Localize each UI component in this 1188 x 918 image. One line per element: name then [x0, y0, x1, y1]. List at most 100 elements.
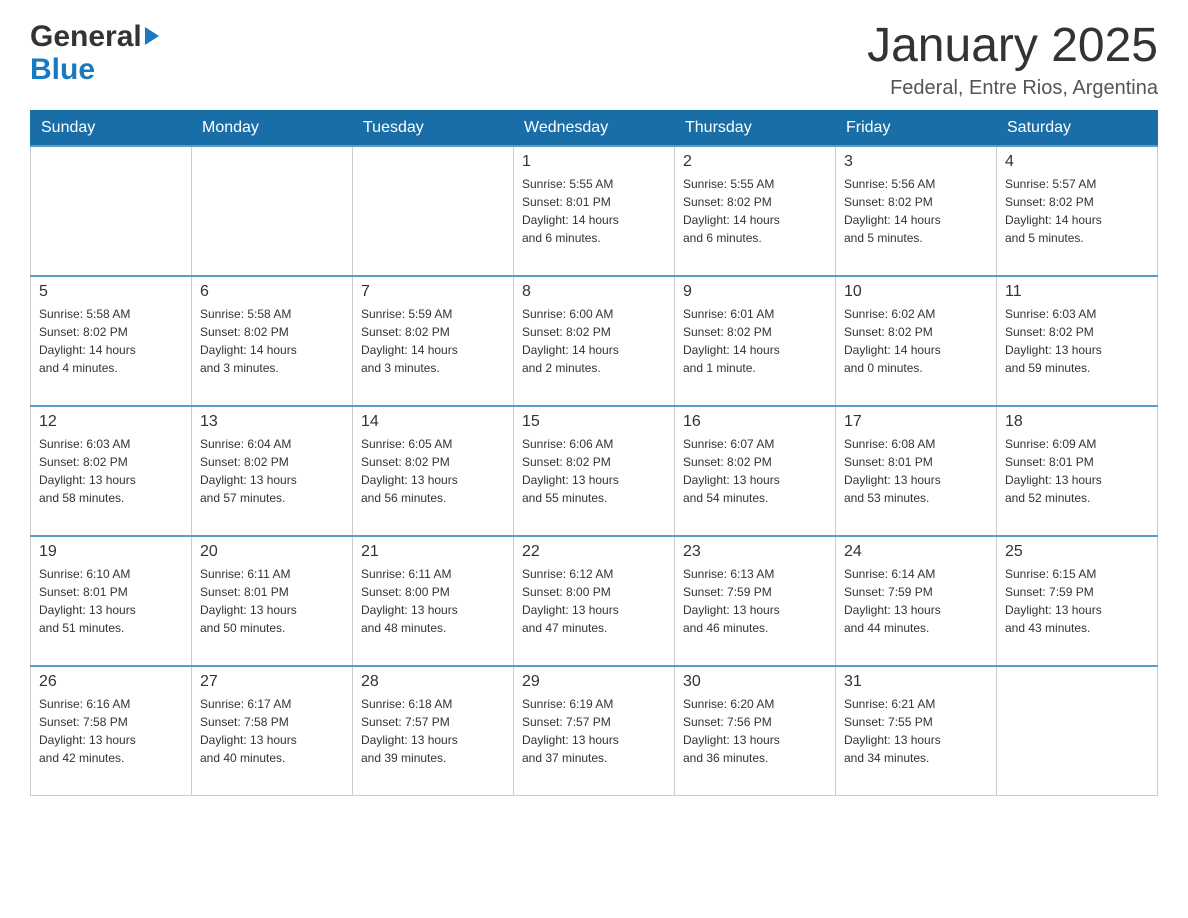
logo: General Blue	[30, 20, 159, 86]
calendar-cell: 25 Sunrise: 6:15 AM Sunset: 7:59 PM Dayli…	[997, 536, 1158, 666]
calendar-cell: 30 Sunrise: 6:20 AM Sunset: 7:56 PM Dayli…	[675, 666, 836, 796]
calendar-cell: 24 Sunrise: 6:14 AM Sunset: 7:59 PM Dayli…	[836, 536, 997, 666]
day-info: Sunrise: 5:58 AM Sunset: 8:02 PM Dayligh…	[200, 305, 344, 377]
day-number: 27	[200, 673, 344, 691]
calendar-cell: 6 Sunrise: 5:58 AM Sunset: 8:02 PM Daylig…	[192, 276, 353, 406]
day-number: 21	[361, 543, 505, 561]
day-header-tuesday: Tuesday	[353, 110, 514, 146]
day-info: Sunrise: 6:08 AM Sunset: 8:01 PM Dayligh…	[844, 435, 988, 507]
title-section: January 2025 Federal, Entre Rios, Argent…	[867, 20, 1158, 100]
day-number: 20	[200, 543, 344, 561]
day-info: Sunrise: 6:06 AM Sunset: 8:02 PM Dayligh…	[522, 435, 666, 507]
calendar-cell: 23 Sunrise: 6:13 AM Sunset: 7:59 PM Dayli…	[675, 536, 836, 666]
calendar-cell: 19Sunrise: 6:10 AM Sunset: 8:01 PM Dayli…	[31, 536, 192, 666]
day-number: 25	[1005, 543, 1149, 561]
calendar-cell: 17 Sunrise: 6:08 AM Sunset: 8:01 PM Dayli…	[836, 406, 997, 536]
calendar-cell: 11Sunrise: 6:03 AM Sunset: 8:02 PM Dayli…	[997, 276, 1158, 406]
calendar-week-3: 12 Sunrise: 6:03 AM Sunset: 8:02 PM Dayli…	[31, 406, 1158, 536]
calendar-table: SundayMondayTuesdayWednesdayThursdayFrid…	[30, 110, 1158, 797]
day-number: 3	[844, 153, 988, 171]
day-header-sunday: Sunday	[31, 110, 192, 146]
calendar-cell: 13 Sunrise: 6:04 AM Sunset: 8:02 PM Dayli…	[192, 406, 353, 536]
calendar-cell: 7 Sunrise: 5:59 AM Sunset: 8:02 PM Daylig…	[353, 276, 514, 406]
calendar-cell: 5Sunrise: 5:58 AM Sunset: 8:02 PM Daylig…	[31, 276, 192, 406]
day-header-monday: Monday	[192, 110, 353, 146]
logo-arrow-icon	[145, 27, 159, 45]
day-info: Sunrise: 6:07 AM Sunset: 8:02 PM Dayligh…	[683, 435, 827, 507]
day-number: 30	[683, 673, 827, 691]
day-number: 2	[683, 153, 827, 171]
day-number: 13	[200, 413, 344, 431]
day-number: 10	[844, 283, 988, 301]
day-number: 1	[522, 153, 666, 171]
day-number: 11	[1005, 283, 1149, 301]
day-info: Sunrise: 5:56 AM Sunset: 8:02 PM Dayligh…	[844, 175, 988, 247]
day-number: 7	[361, 283, 505, 301]
day-header-thursday: Thursday	[675, 110, 836, 146]
calendar-week-1: 1 Sunrise: 5:55 AM Sunset: 8:01 PM Daylig…	[31, 146, 1158, 276]
day-number: 15	[522, 413, 666, 431]
day-number: 26	[39, 673, 183, 691]
day-info: Sunrise: 6:18 AM Sunset: 7:57 PM Dayligh…	[361, 695, 505, 767]
day-info: Sunrise: 6:11 AM Sunset: 8:00 PM Dayligh…	[361, 565, 505, 637]
day-info: Sunrise: 5:55 AM Sunset: 8:02 PM Dayligh…	[683, 175, 827, 247]
calendar-cell: 28 Sunrise: 6:18 AM Sunset: 7:57 PM Dayli…	[353, 666, 514, 796]
day-info: Sunrise: 6:09 AM Sunset: 8:01 PM Dayligh…	[1005, 435, 1149, 507]
calendar-cell: 1 Sunrise: 5:55 AM Sunset: 8:01 PM Daylig…	[514, 146, 675, 276]
day-number: 4	[1005, 153, 1149, 171]
calendar-cell: 8Sunrise: 6:00 AM Sunset: 8:02 PM Daylig…	[514, 276, 675, 406]
day-info: Sunrise: 6:15 AM Sunset: 7:59 PM Dayligh…	[1005, 565, 1149, 637]
calendar-cell: 12 Sunrise: 6:03 AM Sunset: 8:02 PM Dayli…	[31, 406, 192, 536]
day-info: Sunrise: 6:17 AM Sunset: 7:58 PM Dayligh…	[200, 695, 344, 767]
day-number: 16	[683, 413, 827, 431]
calendar-cell: 3 Sunrise: 5:56 AM Sunset: 8:02 PM Daylig…	[836, 146, 997, 276]
calendar-cell: 31Sunrise: 6:21 AM Sunset: 7:55 PM Dayli…	[836, 666, 997, 796]
day-info: Sunrise: 6:13 AM Sunset: 7:59 PM Dayligh…	[683, 565, 827, 637]
day-info: Sunrise: 6:16 AM Sunset: 7:58 PM Dayligh…	[39, 695, 183, 767]
day-number: 9	[683, 283, 827, 301]
calendar-week-2: 5Sunrise: 5:58 AM Sunset: 8:02 PM Daylig…	[31, 276, 1158, 406]
day-info: Sunrise: 5:59 AM Sunset: 8:02 PM Dayligh…	[361, 305, 505, 377]
day-number: 23	[683, 543, 827, 561]
day-number: 14	[361, 413, 505, 431]
day-info: Sunrise: 6:05 AM Sunset: 8:02 PM Dayligh…	[361, 435, 505, 507]
calendar-cell	[31, 146, 192, 276]
day-info: Sunrise: 6:14 AM Sunset: 7:59 PM Dayligh…	[844, 565, 988, 637]
calendar-cell: 29Sunrise: 6:19 AM Sunset: 7:57 PM Dayli…	[514, 666, 675, 796]
day-header-wednesday: Wednesday	[514, 110, 675, 146]
day-number: 24	[844, 543, 988, 561]
day-number: 17	[844, 413, 988, 431]
day-info: Sunrise: 6:02 AM Sunset: 8:02 PM Dayligh…	[844, 305, 988, 377]
calendar-cell: 16 Sunrise: 6:07 AM Sunset: 8:02 PM Dayli…	[675, 406, 836, 536]
day-header-saturday: Saturday	[997, 110, 1158, 146]
calendar-cell: 15 Sunrise: 6:06 AM Sunset: 8:02 PM Dayli…	[514, 406, 675, 536]
logo-blue-text: Blue	[30, 53, 159, 86]
calendar-cell: 26 Sunrise: 6:16 AM Sunset: 7:58 PM Dayli…	[31, 666, 192, 796]
calendar-week-4: 19Sunrise: 6:10 AM Sunset: 8:01 PM Dayli…	[31, 536, 1158, 666]
calendar-cell: 21 Sunrise: 6:11 AM Sunset: 8:00 PM Dayli…	[353, 536, 514, 666]
day-info: Sunrise: 6:20 AM Sunset: 7:56 PM Dayligh…	[683, 695, 827, 767]
calendar-cell: 27 Sunrise: 6:17 AM Sunset: 7:58 PM Dayli…	[192, 666, 353, 796]
location-text: Federal, Entre Rios, Argentina	[867, 77, 1158, 100]
calendar-week-5: 26 Sunrise: 6:16 AM Sunset: 7:58 PM Dayli…	[31, 666, 1158, 796]
calendar-cell: 10 Sunrise: 6:02 AM Sunset: 8:02 PM Dayli…	[836, 276, 997, 406]
calendar-cell: 14 Sunrise: 6:05 AM Sunset: 8:02 PM Dayli…	[353, 406, 514, 536]
day-info: Sunrise: 6:21 AM Sunset: 7:55 PM Dayligh…	[844, 695, 988, 767]
day-info: Sunrise: 6:19 AM Sunset: 7:57 PM Dayligh…	[522, 695, 666, 767]
day-info: Sunrise: 6:04 AM Sunset: 8:02 PM Dayligh…	[200, 435, 344, 507]
day-number: 19	[39, 543, 183, 561]
day-info: Sunrise: 5:55 AM Sunset: 8:01 PM Dayligh…	[522, 175, 666, 247]
day-number: 22	[522, 543, 666, 561]
day-info: Sunrise: 6:03 AM Sunset: 8:02 PM Dayligh…	[39, 435, 183, 507]
day-info: Sunrise: 5:58 AM Sunset: 8:02 PM Dayligh…	[39, 305, 183, 377]
calendar-cell: 9Sunrise: 6:01 AM Sunset: 8:02 PM Daylig…	[675, 276, 836, 406]
day-info: Sunrise: 5:57 AM Sunset: 8:02 PM Dayligh…	[1005, 175, 1149, 247]
calendar-cell: 4 Sunrise: 5:57 AM Sunset: 8:02 PM Daylig…	[997, 146, 1158, 276]
day-number: 28	[361, 673, 505, 691]
day-number: 12	[39, 413, 183, 431]
day-number: 6	[200, 283, 344, 301]
calendar-cell: 20Sunrise: 6:11 AM Sunset: 8:01 PM Dayli…	[192, 536, 353, 666]
calendar-header-row: SundayMondayTuesdayWednesdayThursdayFrid…	[31, 110, 1158, 146]
day-header-friday: Friday	[836, 110, 997, 146]
day-info: Sunrise: 6:00 AM Sunset: 8:02 PM Dayligh…	[522, 305, 666, 377]
